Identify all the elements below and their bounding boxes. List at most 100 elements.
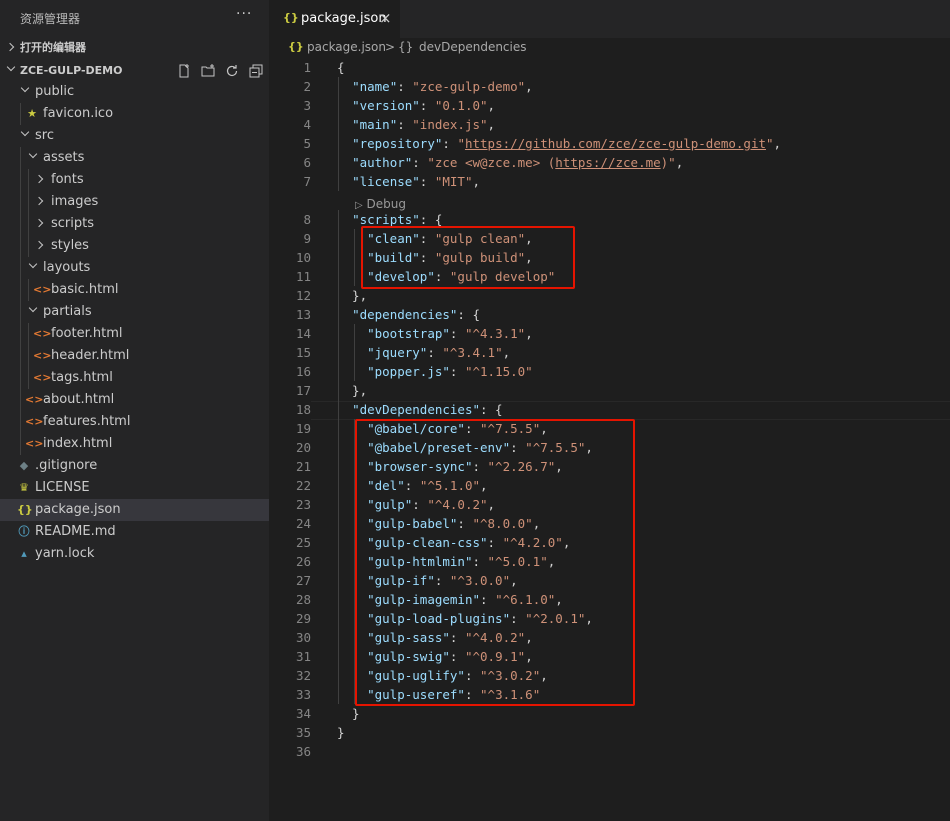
tree-folder[interactable]: styles — [0, 235, 269, 257]
code-token: , — [675, 155, 684, 170]
line-number: 4 — [303, 117, 311, 132]
chevron-down-icon — [20, 83, 30, 93]
code-token: https://zce.me — [555, 155, 661, 170]
line-number: 34 — [295, 706, 311, 721]
line-number: 9 — [303, 231, 311, 246]
file-type-icon: ◆ — [19, 459, 29, 472]
new-folder-icon[interactable] — [201, 64, 215, 78]
code-token: : — [419, 98, 435, 113]
chevron-down-icon — [28, 303, 38, 313]
chevron-right-icon — [34, 218, 44, 228]
code-token: : — [419, 174, 435, 189]
code-token: : — [397, 117, 413, 132]
breadcrumb-node[interactable]: devDependencies — [419, 40, 527, 54]
tree-folder[interactable]: scripts — [0, 213, 269, 235]
tree-folder[interactable]: fonts — [0, 169, 269, 191]
tree-item-label: package.json — [35, 502, 121, 517]
code-editor[interactable]: ▷ Debug 1{2 "name": "zce-gulp-demo", 3 "v… — [269, 58, 950, 821]
tree-file[interactable]: <> index.html — [0, 433, 269, 455]
tree-file[interactable]: <> header.html — [0, 345, 269, 367]
tree-item-label: src — [35, 128, 54, 143]
line-number: 19 — [295, 421, 311, 436]
tree-file[interactable]: ◆ .gitignore — [0, 455, 269, 477]
code-line: "popper.js": "^1.15.0" — [337, 362, 533, 381]
tree-folder[interactable]: images — [0, 191, 269, 213]
open-editors-section[interactable]: 打开的编辑器 — [0, 37, 269, 59]
code-line: "author": "zce <w@zce.me> (https://zce.m… — [337, 153, 683, 172]
tree-file[interactable]: ♛ LICENSE — [0, 477, 269, 499]
chevron-down-icon — [28, 259, 38, 269]
line-number: 33 — [295, 687, 311, 702]
tree-file[interactable]: <> tags.html — [0, 367, 269, 389]
refresh-icon[interactable] — [225, 64, 239, 78]
tree-file[interactable]: ⓘ README.md — [0, 521, 269, 543]
chevron-down-icon — [28, 149, 38, 159]
code-token: { — [337, 60, 345, 75]
tree-item-label: yarn.lock — [35, 546, 95, 561]
chevron-right-icon — [34, 240, 44, 250]
code-token: : — [449, 326, 465, 341]
tree-file[interactable]: ★ favicon.ico — [0, 103, 269, 125]
tree-folder[interactable]: assets — [0, 147, 269, 169]
object-icon: {} — [398, 40, 414, 54]
code-token: "^3.4.1" — [442, 345, 503, 360]
tree-file[interactable]: <> basic.html — [0, 279, 269, 301]
tree-item-label: header.html — [51, 348, 130, 363]
code-token: , — [773, 136, 782, 151]
file-type-icon: {} — [17, 503, 33, 516]
file-type-icon: <> — [33, 327, 52, 340]
line-number: 28 — [295, 592, 311, 607]
code-token: "devDependencies" — [352, 402, 480, 417]
line-number: 36 — [295, 744, 311, 759]
tree-folder[interactable]: public — [0, 81, 269, 103]
project-section[interactable]: ZCE-GULP-DEMO — [0, 60, 269, 82]
code-token: https://github.com/zce/zce-gulp-demo.git — [464, 136, 766, 151]
code-line: } — [337, 723, 345, 742]
json-file-icon: {} — [283, 11, 299, 24]
line-number: 15 — [295, 345, 311, 360]
tab-package-json[interactable]: {} package.json × — [269, 0, 400, 38]
tree-file[interactable]: ▴ yarn.lock — [0, 543, 269, 565]
code-token: "MIT" — [434, 174, 473, 189]
tree-folder[interactable]: partials — [0, 301, 269, 323]
code-line: "main": "index.js", — [337, 115, 495, 134]
collapse-all-icon[interactable] — [249, 64, 263, 78]
file-type-icon: <> — [33, 283, 52, 296]
tree-item-label: features.html — [43, 414, 131, 429]
breadcrumb-file[interactable]: package.json — [307, 40, 386, 54]
code-token: "author" — [352, 155, 413, 170]
tree-item-label: .gitignore — [35, 458, 98, 473]
new-file-icon[interactable] — [177, 64, 191, 78]
code-token: "^1.15.0" — [464, 364, 533, 379]
tab-label: package.json — [301, 11, 387, 26]
code-token: "0.1.0" — [434, 98, 488, 113]
tree-file[interactable]: <> footer.html — [0, 323, 269, 345]
code-token: : { — [480, 402, 503, 417]
breadcrumb: {} package.json > {} devDependencies — [269, 38, 950, 58]
breadcrumb-separator: > — [385, 40, 396, 54]
code-token: , — [487, 98, 496, 113]
line-number: 16 — [295, 364, 311, 379]
tree-folder[interactable]: src — [0, 125, 269, 147]
tree-folder[interactable]: layouts — [0, 257, 269, 279]
code-line: "repository": "https://github.com/zce/zc… — [337, 134, 781, 153]
close-icon[interactable]: × — [379, 9, 392, 27]
code-token: } — [337, 725, 345, 740]
code-token: } — [337, 706, 360, 721]
code-token: "version" — [352, 98, 420, 113]
line-number: 27 — [295, 573, 311, 588]
code-token: }, — [337, 288, 368, 303]
line-number: 18 — [295, 402, 311, 417]
code-token: , — [487, 117, 496, 132]
tree-file[interactable]: {} package.json — [0, 499, 269, 521]
tree-file[interactable]: <> about.html — [0, 389, 269, 411]
code-line: "devDependencies": { — [337, 400, 503, 419]
file-type-icon: <> — [25, 415, 44, 428]
line-number: 26 — [295, 554, 311, 569]
code-line: } — [337, 704, 360, 723]
tree-file[interactable]: <> features.html — [0, 411, 269, 433]
file-type-icon: <> — [33, 371, 52, 384]
more-actions-icon[interactable]: ··· — [236, 6, 252, 22]
